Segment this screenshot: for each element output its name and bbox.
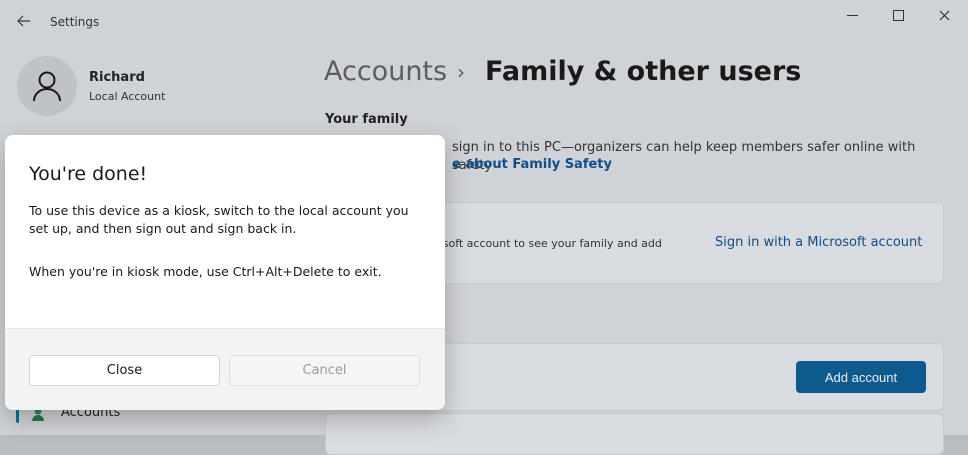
dialog-instructions: To use this device as a kiosk, switch to…: [29, 203, 409, 236]
close-button[interactable]: Close: [29, 355, 220, 386]
minimize-button[interactable]: [829, 0, 875, 30]
family-safety-link[interactable]: e about Family Safety: [452, 157, 612, 172]
maximize-button[interactable]: [875, 0, 921, 30]
page-title: Family & other users: [485, 56, 802, 87]
close-window-button[interactable]: [921, 0, 967, 30]
other-users-card-lower: [325, 413, 944, 455]
settings-window: Settings Richard Local Account Accounts …: [0, 0, 968, 455]
person-icon: [33, 71, 61, 102]
breadcrumb-root[interactable]: Accounts: [324, 56, 447, 87]
add-account-button[interactable]: Add account: [796, 361, 926, 393]
signin-card-text: osoft account to see your family and add: [436, 237, 662, 250]
close-icon: [939, 10, 949, 20]
dialog-title: You're done!: [29, 163, 148, 185]
maximize-icon: [892, 9, 904, 21]
dialog-footer: Close Cancel: [5, 328, 445, 410]
window-title: Settings: [50, 15, 100, 29]
signin-microsoft-link[interactable]: Sign in with a Microsoft account: [715, 235, 922, 250]
kiosk-done-dialog: You're done! To use this device as a kio…: [5, 135, 445, 410]
your-family-heading: Your family: [325, 112, 408, 127]
back-arrow-icon[interactable]: [12, 10, 36, 32]
avatar: [17, 56, 77, 116]
dialog-exit-hint: When you're in kiosk mode, use Ctrl+Alt+…: [29, 264, 382, 279]
breadcrumb-chevron-icon: ›: [457, 60, 465, 84]
title-bar: Settings: [0, 0, 968, 42]
cancel-button[interactable]: Cancel: [229, 355, 420, 386]
minimize-icon: [846, 14, 858, 16]
user-account-type: Local Account: [89, 90, 166, 103]
user-name: Richard: [89, 70, 145, 85]
